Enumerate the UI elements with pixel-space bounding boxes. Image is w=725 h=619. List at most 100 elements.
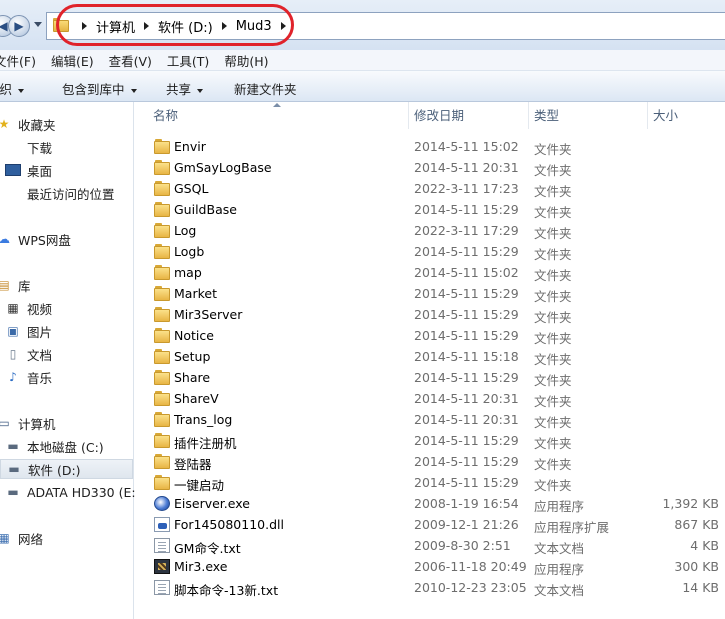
file-row[interactable]: Mir3Server 2014-5-11 15:29 文件夹 [135,304,725,325]
file-size: 300 KB [674,559,719,574]
file-size: 867 KB [674,517,719,532]
file-modified-date: 2014-5-11 15:29 [414,370,519,385]
file-modified-date: 2006-11-18 20:49 [414,559,527,574]
nav-local-disk-c[interactable]: ▬ 本地磁盘 (C:) [5,436,104,456]
nav-software-d[interactable]: ▬ 软件 (D:) [0,459,133,479]
file-modified-date: 2014-5-11 15:29 [414,286,519,301]
nav-downloads[interactable]: 下载 [27,137,52,157]
game-exe-icon [154,559,170,574]
music-icon: ♪ [9,370,17,384]
menu-tools[interactable]: 工具(T) [167,51,209,70]
file-type: 应用程序扩展 [534,520,610,535]
folder-icon [154,307,170,322]
file-modified-date: 2008-1-19 16:54 [414,496,519,511]
forward-button[interactable]: ▶ [8,15,30,37]
nav-pictures[interactable]: ▣ 图片 [5,321,52,341]
organize-button[interactable]: 组织 [0,79,25,98]
star-icon: ★ [0,117,10,131]
nav-adata-e[interactable]: ▬ ADATA HD330 (E:) [5,482,140,502]
file-modified-date: 2014-5-11 15:18 [414,349,519,364]
file-row[interactable]: 插件注册机 2014-5-11 15:29 文件夹 [135,430,725,451]
drive-icon: ▬ [8,462,20,476]
nav-label: 本地磁盘 (C:) [27,439,104,455]
file-row[interactable]: Envir 2014-5-11 15:02 文件夹 [135,136,725,157]
file-size: 1,392 KB [662,496,719,511]
nav-label: 图片 [27,324,53,340]
file-name: For145080110.dll [174,517,284,532]
menu-view[interactable]: 查看(V) [109,51,152,70]
file-row[interactable]: map 2014-5-11 15:02 文件夹 [135,262,725,283]
library-icon: ▤ [0,278,10,292]
desktop-icon [5,164,21,176]
file-row[interactable]: Logb 2014-5-11 15:29 文件夹 [135,241,725,262]
file-size: 14 KB [682,580,719,595]
dropdown-caret-icon [18,88,25,93]
file-row[interactable]: Trans_log 2014-5-11 20:31 文件夹 [135,409,725,430]
file-row[interactable]: Notice 2014-5-11 15:29 文件夹 [135,325,725,346]
nav-label: ADATA HD330 (E:) [27,484,141,500]
folder-icon [154,202,170,217]
nav-label: 下载 [27,140,53,156]
document-icon: ▯ [9,347,17,361]
nav-documents[interactable]: ▯ 文档 [5,344,52,364]
column-header-date[interactable]: 修改日期 [408,102,528,129]
dll-icon [154,517,170,532]
file-name: Logb [174,244,205,259]
new-folder-button[interactable]: 新建文件夹 [234,79,297,98]
menu-edit[interactable]: 编辑(E) [51,51,94,70]
folder-icon [154,454,170,469]
file-row[interactable]: 登陆器 2014-5-11 15:29 文件夹 [135,451,725,472]
file-row[interactable]: Market 2014-5-11 15:29 文件夹 [135,283,725,304]
file-name: map [174,265,202,280]
column-header-size[interactable]: 大小 [647,102,725,129]
file-modified-date: 2022-3-11 17:23 [414,181,519,196]
nav-label: 网络 [18,531,44,547]
file-modified-date: 2022-3-11 17:29 [414,223,519,238]
nav-libraries[interactable]: ▤ 库 [0,275,31,295]
share-button[interactable]: 共享 [166,79,204,98]
nav-label: 软件 (D:) [28,462,81,478]
file-row[interactable]: ShareV 2014-5-11 20:31 文件夹 [135,388,725,409]
nav-computer[interactable]: ▭ 计算机 [0,413,56,433]
file-row[interactable]: Eiserver.exe 2008-1-19 16:54 应用程序 1,392 KB [135,493,725,514]
file-row[interactable]: Log 2022-3-11 17:29 文件夹 [135,220,725,241]
folder-icon [154,244,170,259]
file-modified-date: 2014-5-11 15:29 [414,433,519,448]
nav-recent-places[interactable]: 最近访问的位置 [27,183,115,203]
nav-videos[interactable]: ▦ 视频 [5,298,52,318]
forward-arrow-icon: ▶ [14,19,24,33]
nav-label: 计算机 [18,416,56,432]
file-name: 脚本命令-13新.txt [174,583,279,598]
drive-icon: ▬ [7,485,19,499]
nav-desktop[interactable]: 桌面 [5,160,52,180]
column-header-type[interactable]: 类型 [528,102,647,129]
file-row[interactable]: GM命令.txt 2009-8-30 2:51 文本文档 4 KB [135,535,725,556]
file-type: 文件夹 [534,331,572,346]
menu-help[interactable]: 帮助(H) [224,51,268,70]
folder-icon [154,412,170,427]
file-type: 文件夹 [534,247,572,262]
file-row[interactable]: 脚本命令-13新.txt 2010-12-23 23:05 文本文档 14 KB [135,577,725,598]
include-in-library-button[interactable]: 包含到库中 [62,79,137,98]
file-name: Market [174,286,217,301]
file-row[interactable]: GuildBase 2014-5-11 15:29 文件夹 [135,199,725,220]
menu-file[interactable]: 文件(F) [0,51,36,70]
file-row[interactable]: GSQL 2022-3-11 17:23 文件夹 [135,178,725,199]
file-row[interactable]: Setup 2014-5-11 15:18 文件夹 [135,346,725,367]
file-row[interactable]: For145080110.dll 2009-12-1 21:26 应用程序扩展 867… [135,514,725,535]
folder-icon [154,328,170,343]
recent-pages-dropdown[interactable] [34,22,42,27]
file-row[interactable]: Share 2014-5-11 15:29 文件夹 [135,367,725,388]
command-bar: 组织 包含到库中 共享 新建文件夹 [0,71,725,102]
nav-network[interactable]: ▦ 网络 [0,528,43,548]
file-modified-date: 2014-5-11 20:31 [414,391,519,406]
cloud-icon: ☁ [0,232,10,246]
file-row[interactable]: 一键启动 2014-5-11 15:29 文件夹 [135,472,725,493]
file-row[interactable]: GmSayLogBase 2014-5-11 20:31 文件夹 [135,157,725,178]
file-row[interactable]: Mir3.exe 2006-11-18 20:49 应用程序 300 KB [135,556,725,577]
nav-wps-cloud[interactable]: ☁ WPS网盘 [0,229,71,249]
nav-label: 桌面 [27,163,53,179]
nav-favorites[interactable]: ★ 收藏夹 [0,114,56,134]
file-name: Setup [174,349,211,364]
nav-music[interactable]: ♪ 音乐 [5,367,52,387]
